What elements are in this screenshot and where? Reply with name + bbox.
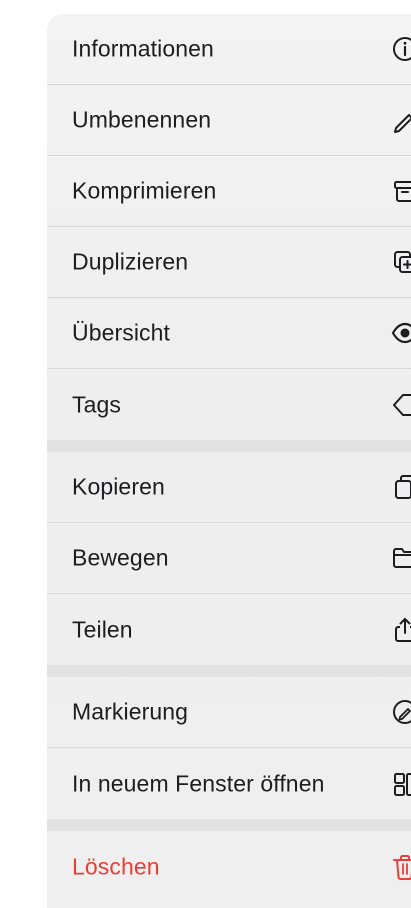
menu-item-label: In neuem Fenster öffnen (72, 770, 325, 796)
context-menu: Informationen Umbenennen Komprimieren Du… (47, 14, 411, 908)
menu-separator (47, 440, 411, 452)
menu-separator (47, 819, 411, 831)
menu-item-label: Komprimieren (72, 177, 217, 204)
menu-item-uebersicht[interactable]: Übersicht (47, 298, 411, 369)
menu-item-umbenennen[interactable]: Umbenennen (47, 85, 411, 156)
menu-item-label: Markierung (72, 698, 189, 725)
menu-item-komprimieren[interactable]: Komprimieren (47, 156, 411, 227)
menu-item-markierung[interactable]: Markierung (47, 677, 411, 748)
folder-icon (393, 548, 411, 568)
archive-icon (394, 181, 411, 202)
menu-item-duplizieren[interactable]: Duplizieren (47, 227, 411, 298)
markup-icon (393, 700, 411, 724)
menu-item-label: Bewegen (72, 544, 169, 571)
copy-icon (395, 475, 411, 499)
menu-item-label: Informationen (72, 35, 214, 62)
share-icon (395, 617, 411, 642)
trash-icon (393, 854, 411, 880)
menu-item-label: Tags (72, 391, 121, 417)
menu-item-tags[interactable]: Tags (47, 369, 411, 440)
menu-item-bewegen[interactable]: Bewegen (47, 523, 411, 594)
menu-item-informationen[interactable]: Informationen (47, 14, 411, 85)
menu-item-label: Übersicht (72, 319, 171, 346)
menu-separator (47, 665, 411, 677)
info-icon (393, 37, 411, 61)
menu-item-label: Duplizieren (72, 248, 189, 275)
menu-item-label: Umbenennen (72, 106, 212, 133)
menu-item-kopieren[interactable]: Kopieren (47, 452, 411, 523)
tag-icon (393, 393, 411, 416)
new-window-icon (394, 772, 411, 796)
menu-item-loeschen[interactable]: Löschen (47, 831, 411, 902)
menu-item-label: Löschen (72, 853, 160, 879)
duplicate-icon (394, 251, 411, 273)
menu-item-label: Teilen (72, 616, 133, 642)
pencil-icon (394, 114, 411, 133)
menu-item-label: Kopieren (72, 473, 165, 500)
eye-icon (391, 322, 411, 344)
menu-item-in-neuem-fenster-oeffnen[interactable]: In neuem Fenster öffnen (47, 748, 411, 819)
menu-item-teilen[interactable]: Teilen (47, 594, 411, 665)
